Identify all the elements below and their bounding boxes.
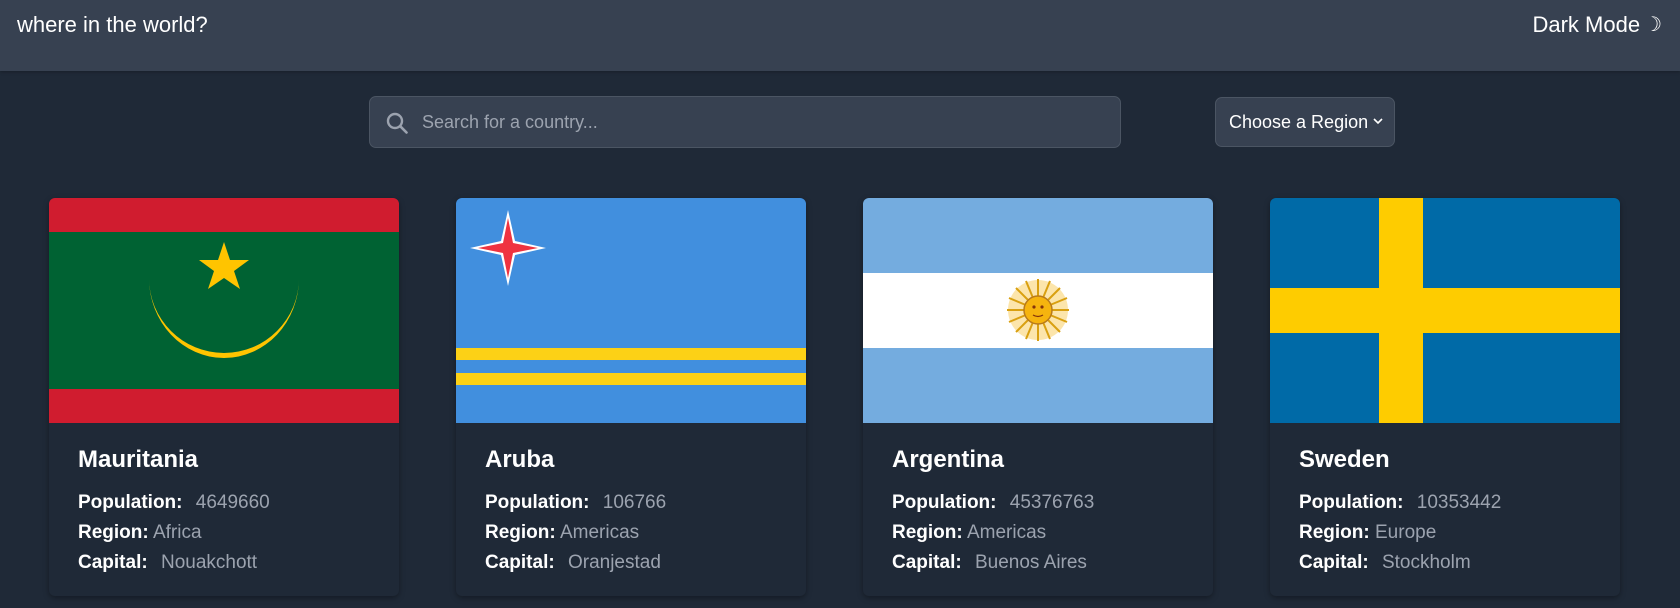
population-label: Population:: [78, 492, 183, 513]
region-value: Europe: [1375, 522, 1437, 543]
argentina-flag: [863, 198, 1213, 423]
aruba-flag: [456, 198, 806, 423]
population-value: 106766: [602, 492, 667, 513]
country-info: Population: 4649660 Region: Africa Capit…: [78, 488, 270, 578]
capital-label: Capital:: [892, 552, 962, 573]
country-info: Population: 45376763 Region: Americas Ca…: [892, 488, 1094, 578]
capital-row: Capital: Oranjestad: [485, 548, 666, 578]
capital-row: Capital: Stockholm: [1299, 548, 1501, 578]
region-label: Region:: [1299, 522, 1370, 543]
country-name: Aruba: [485, 446, 555, 473]
mauritania-flag: [49, 198, 399, 423]
population-row: Population: 4649660: [78, 488, 270, 518]
moon-icon: ☽: [1644, 14, 1662, 36]
population-value: 45376763: [1009, 492, 1095, 513]
capital-row: Capital: Nouakchott: [78, 548, 270, 578]
population-value: 10353442: [1416, 492, 1502, 513]
capital-label: Capital:: [485, 552, 555, 573]
country-card-mauritania[interactable]: Mauritania Population: 4649660 Region: A…: [49, 198, 399, 596]
population-label: Population:: [485, 492, 590, 513]
population-label: Population:: [1299, 492, 1404, 513]
country-name: Sweden: [1299, 446, 1390, 473]
region-row: Region: Africa: [78, 518, 270, 548]
region-row: Region: Americas: [485, 518, 666, 548]
region-filter-select[interactable]: Choose a Region: [1215, 97, 1395, 147]
region-value: Africa: [152, 522, 202, 543]
search-bar[interactable]: [369, 96, 1121, 148]
capital-value: Oranjestad: [567, 552, 661, 573]
sweden-flag: [1270, 198, 1620, 423]
top-bar: where in the world? Dark Mode ☽: [0, 0, 1680, 71]
country-card-sweden[interactable]: Sweden Population: 10353442 Region: Euro…: [1270, 198, 1620, 596]
population-label: Population:: [892, 492, 997, 513]
country-card-aruba[interactable]: Aruba Population: 106766 Region: America…: [456, 198, 806, 596]
region-label: Region:: [892, 522, 963, 543]
region-value: Americas: [559, 522, 640, 543]
population-row: Population: 10353442: [1299, 488, 1501, 518]
dark-mode-label: Dark Mode: [1532, 12, 1641, 37]
capital-value: Nouakchott: [160, 552, 258, 573]
chevron-down-icon: [1373, 118, 1383, 125]
country-name: Mauritania: [78, 446, 199, 473]
country-info: Population: 106766 Region: Americas Capi…: [485, 488, 666, 578]
region-row: Region: Europe: [1299, 518, 1501, 548]
capital-row: Capital: Buenos Aires: [892, 548, 1094, 578]
country-info: Population: 10353442 Region: Europe Capi…: [1299, 488, 1501, 578]
region-filter-value: Choose a Region: [1229, 112, 1369, 132]
capital-value: Stockholm: [1381, 552, 1471, 573]
capital-label: Capital:: [1299, 552, 1369, 573]
region-value: Americas: [966, 522, 1047, 543]
region-label: Region:: [78, 522, 149, 543]
population-value: 4649660: [195, 492, 270, 513]
country-name: Argentina: [892, 446, 1005, 473]
population-row: Population: 45376763: [892, 488, 1094, 518]
capital-value: Buenos Aires: [974, 552, 1087, 573]
search-icon: [386, 112, 408, 134]
region-row: Region: Americas: [892, 518, 1094, 548]
country-card-argentina[interactable]: Argentina Population: 45376763 Region: A…: [863, 198, 1213, 596]
population-row: Population: 106766: [485, 488, 666, 518]
dark-mode-toggle[interactable]: Dark Mode ☽: [1532, 11, 1662, 39]
capital-label: Capital:: [78, 552, 148, 573]
region-label: Region:: [485, 522, 556, 543]
app-title: where in the world?: [17, 12, 208, 37]
search-input[interactable]: [420, 97, 1110, 147]
